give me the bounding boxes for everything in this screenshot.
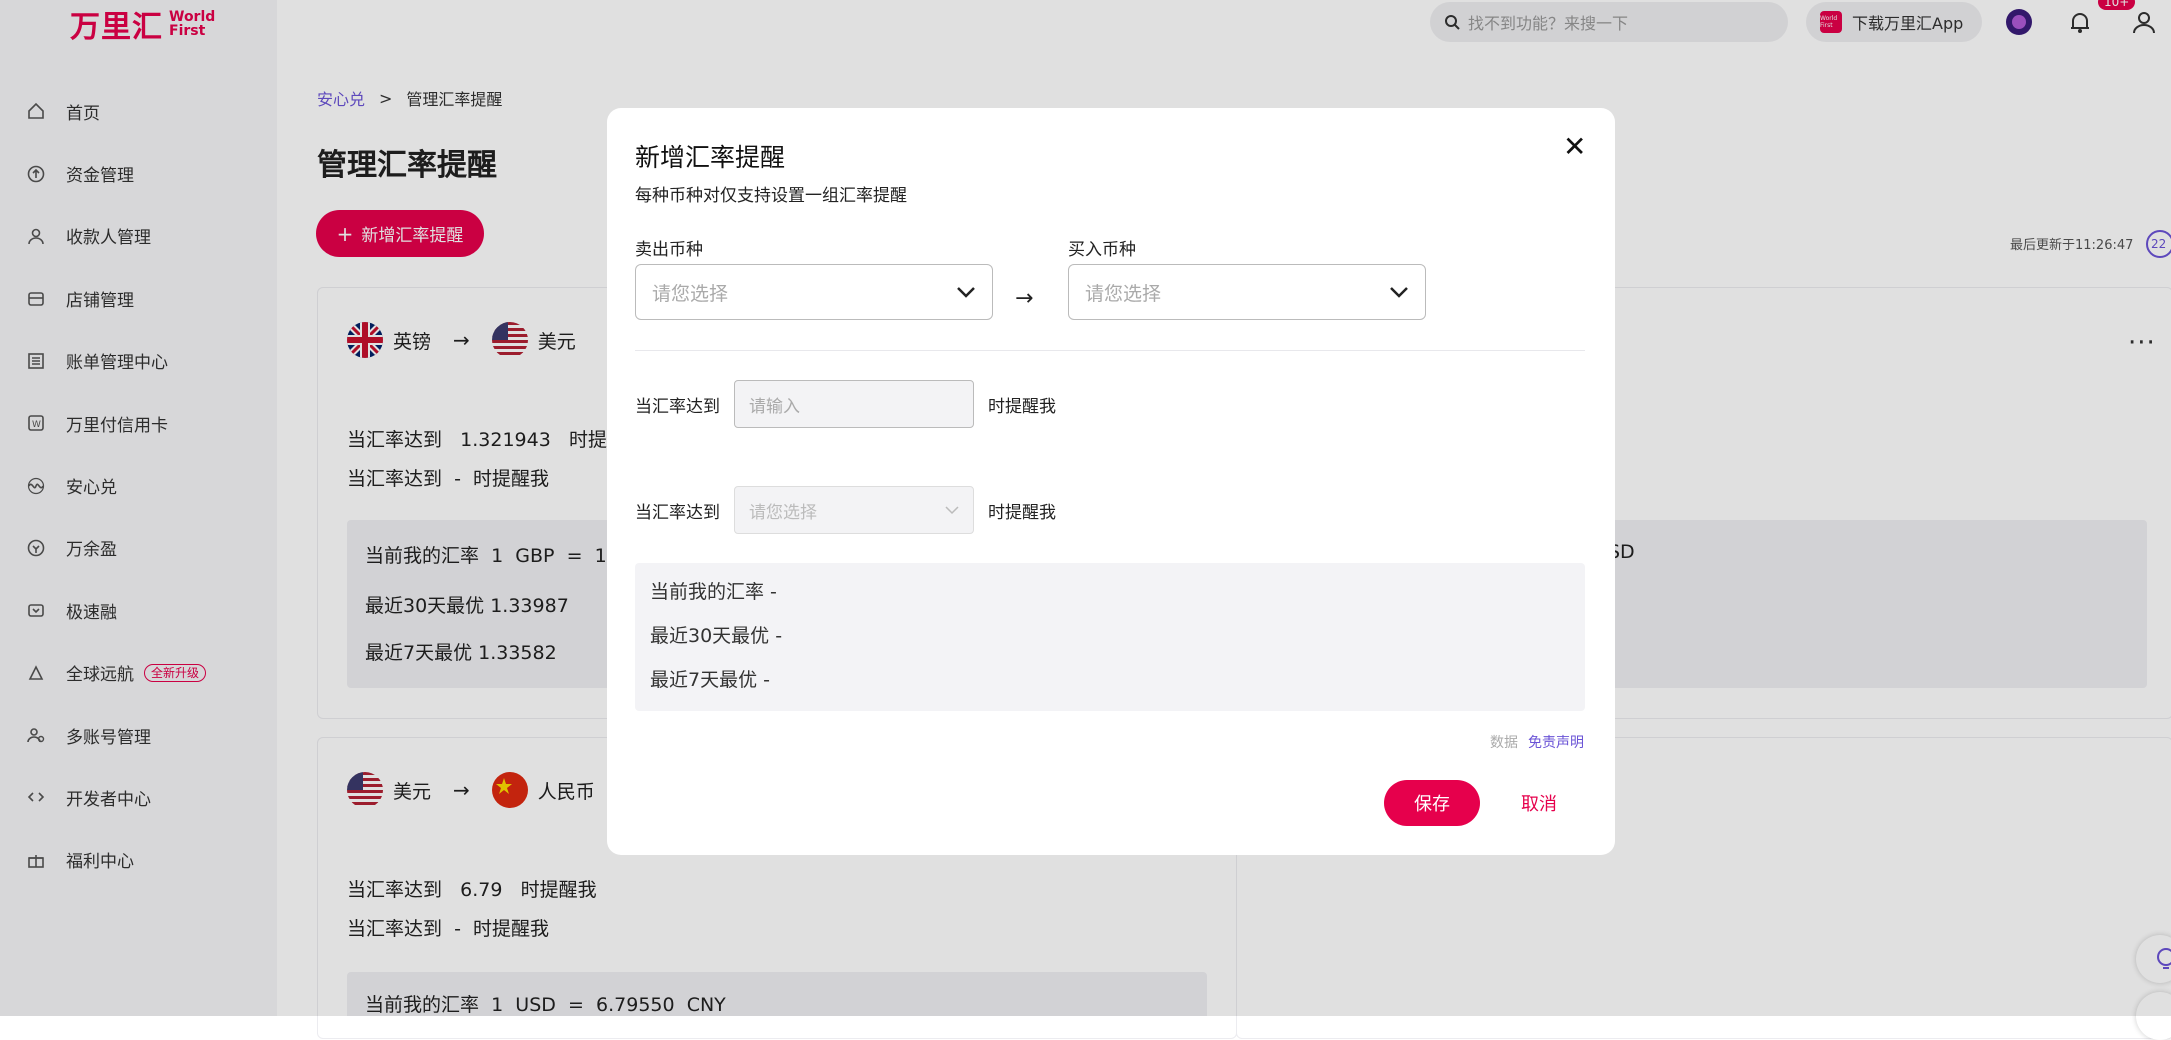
rate-threshold-suffix: 时提醒我 [988,397,1056,417]
buy-currency-select[interactable]: 请您选择 [1068,264,1426,320]
buy-currency-label: 买入币种 [1068,240,1136,260]
divider [635,350,1585,351]
sell-currency-label: 卖出币种 [635,240,703,260]
sell-currency-select[interactable]: 请您选择 [635,264,993,320]
arrow-right-icon: → [1015,286,1034,311]
current-rate: 当前我的汇率 - [650,581,777,603]
rate-threshold-select[interactable]: 请您选择 [734,486,974,534]
rate-threshold-select-placeholder: 请您选择 [749,502,817,523]
modal-title: 新增汇率提醒 [635,143,786,172]
disclaimer: 数据 免责声明 [1490,732,1584,752]
chevron-down-icon [957,287,975,298]
sell-currency-placeholder: 请您选择 [652,282,729,305]
best-7-days: 最近7天最优 - [650,669,770,691]
save-button[interactable]: 保存 [1384,780,1480,826]
disclaimer-prefix: 数据 [1490,735,1518,751]
rate-info-panel: 当前我的汇率 - 最近30天最优 - 最近7天最优 - [635,563,1585,711]
modal-subtitle: 每种币种对仅支持设置一组汇率提醒 [635,186,907,206]
rate-threshold-input[interactable]: 请输入 [734,380,974,428]
chevron-down-icon [1390,287,1408,298]
rate-threshold-label-2: 当汇率达到 [635,503,720,523]
add-rate-alert-modal: ✕ 新增汇率提醒 每种币种对仅支持设置一组汇率提醒 卖出币种 请您选择 → 买入… [607,108,1615,855]
chevron-down-icon [945,505,959,514]
disclaimer-link[interactable]: 免责声明 [1528,732,1584,752]
rate-threshold-suffix-2: 时提醒我 [988,503,1056,523]
rate-threshold-placeholder: 请输入 [749,396,800,417]
cancel-button[interactable]: 取消 [1521,790,1557,816]
best-30-days: 最近30天最优 - [650,625,783,647]
buy-currency-placeholder: 请您选择 [1085,282,1162,305]
rate-threshold-label: 当汇率达到 [635,397,720,417]
close-icon[interactable]: ✕ [1563,130,1586,163]
